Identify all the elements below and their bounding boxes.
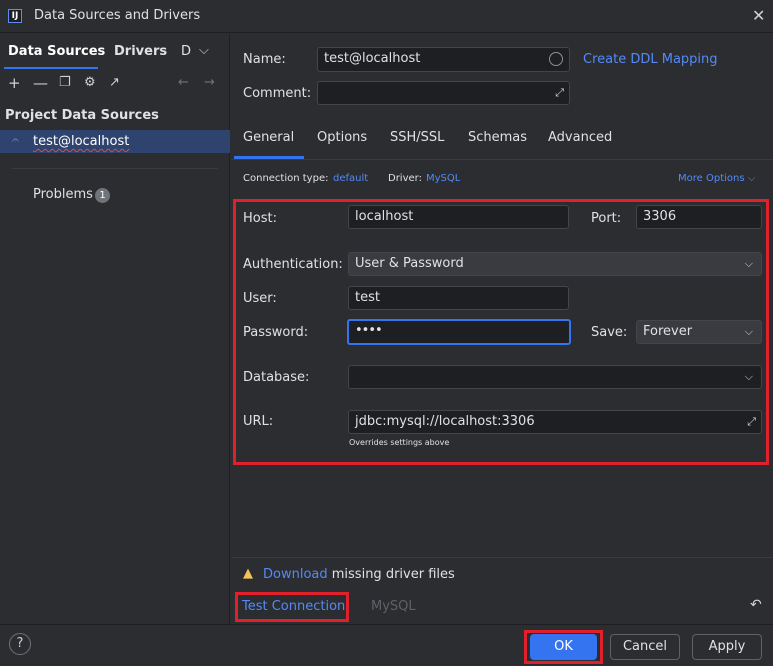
gear-icon[interactable]: ⚙ <box>84 75 96 90</box>
tab-data-sources[interactable]: Data Sources <box>8 44 105 59</box>
warning-text: missing driver files <box>327 567 455 582</box>
window-title: Data Sources and Drivers <box>34 8 201 23</box>
user-label: User: <box>243 291 277 306</box>
tab-ssh-ssl[interactable]: SSH/SSL <box>390 130 444 145</box>
tab-overflow[interactable]: D <box>181 44 191 59</box>
tab-general[interactable]: General <box>243 130 294 145</box>
database-label: Database: <box>243 370 310 385</box>
cancel-button[interactable]: Cancel <box>610 634 680 660</box>
back-arrow-icon[interactable]: ← <box>178 75 189 90</box>
name-value: test@localhost <box>324 51 421 66</box>
divider <box>231 557 773 558</box>
forward-arrow-icon[interactable]: → <box>204 75 215 90</box>
save-label: Save: <box>591 325 628 340</box>
download-link[interactable]: Download <box>263 567 328 582</box>
divider <box>12 168 218 169</box>
tab-schemas[interactable]: Schemas <box>468 130 527 145</box>
host-label: Host: <box>243 211 277 226</box>
tabs-divider <box>231 159 773 160</box>
port-label: Port: <box>591 211 622 226</box>
chevron-down-icon: ⌵ <box>744 257 753 270</box>
problems-count-badge: 1 <box>95 188 110 203</box>
password-label: Password: <box>243 325 309 340</box>
url-field[interactable]: jdbc:mysql://localhost:3306 ⤢ <box>348 410 762 434</box>
comment-field[interactable]: ⤢ <box>317 81 570 105</box>
port-field[interactable]: 3306 <box>636 205 762 229</box>
create-ddl-mapping-link[interactable]: Create DDL Mapping <box>583 52 718 67</box>
color-circle-icon[interactable] <box>549 52 563 66</box>
warning-icon: ▲ <box>243 566 253 581</box>
connection-type-link[interactable]: default <box>333 173 368 184</box>
app-icon: IJ <box>8 9 22 23</box>
revert-icon[interactable]: ↶ <box>750 597 762 613</box>
test-connection-link[interactable]: Test Connection <box>242 599 345 614</box>
chevron-down-icon: ⌵ <box>744 325 753 338</box>
save-dropdown[interactable]: Forever ⌵ <box>636 320 762 344</box>
name-field[interactable]: test@localhost <box>317 47 570 72</box>
data-source-label[interactable]: test@localhost <box>33 134 129 149</box>
add-icon[interactable]: + <box>8 74 21 92</box>
url-hint: Overrides settings above <box>349 438 450 447</box>
export-icon[interactable]: ↗ <box>109 75 120 90</box>
driver-link[interactable]: MySQL <box>426 173 460 184</box>
chevron-down-icon[interactable]: ⌵ <box>745 366 753 388</box>
left-panel: Data Sources Drivers D ⌵ + — ❐ ⚙ ↗ ← → P… <box>0 34 230 624</box>
tab-options[interactable]: Options <box>317 130 367 145</box>
authentication-dropdown[interactable]: User & Password ⌵ <box>348 252 762 276</box>
problems-label[interactable]: Problems <box>33 187 93 202</box>
tab-advanced[interactable]: Advanced <box>548 130 612 145</box>
expand-icon[interactable]: ⤢ <box>555 82 564 104</box>
close-icon[interactable]: ✕ <box>752 6 765 25</box>
user-field[interactable]: test <box>348 286 569 310</box>
chevron-down-icon[interactable]: ⌵ <box>199 43 209 58</box>
duplicate-icon[interactable]: ❐ <box>59 75 71 90</box>
authentication-label: Authentication: <box>243 257 343 272</box>
warning-message: Download missing driver files <box>263 567 455 582</box>
tab-drivers[interactable]: Drivers <box>114 44 167 59</box>
active-tab-indicator <box>4 67 98 69</box>
remove-icon[interactable]: — <box>33 74 48 92</box>
driver-label: Driver: <box>388 173 422 184</box>
host-field[interactable]: localhost <box>348 205 569 229</box>
comment-label: Comment: <box>243 86 312 101</box>
chevron-down-icon: ⌵ <box>747 173 756 184</box>
apply-button[interactable]: Apply <box>692 634 762 660</box>
name-label: Name: <box>243 52 286 67</box>
project-data-sources-heading: Project Data Sources <box>5 108 159 123</box>
help-icon[interactable]: ? <box>9 633 31 655</box>
mysql-tab-label[interactable]: MySQL <box>371 599 416 614</box>
password-field[interactable]: •••• <box>347 319 571 345</box>
mysql-dolphin-icon: 𝄐 <box>12 133 19 147</box>
expand-icon[interactable]: ⤢ <box>747 411 756 433</box>
connection-type-label: Connection type: <box>243 173 329 184</box>
more-options-link[interactable]: More Options ⌵ <box>678 173 755 184</box>
url-label: URL: <box>243 414 274 429</box>
ok-button[interactable]: OK <box>530 634 597 660</box>
database-field[interactable]: ⌵ <box>348 365 762 389</box>
